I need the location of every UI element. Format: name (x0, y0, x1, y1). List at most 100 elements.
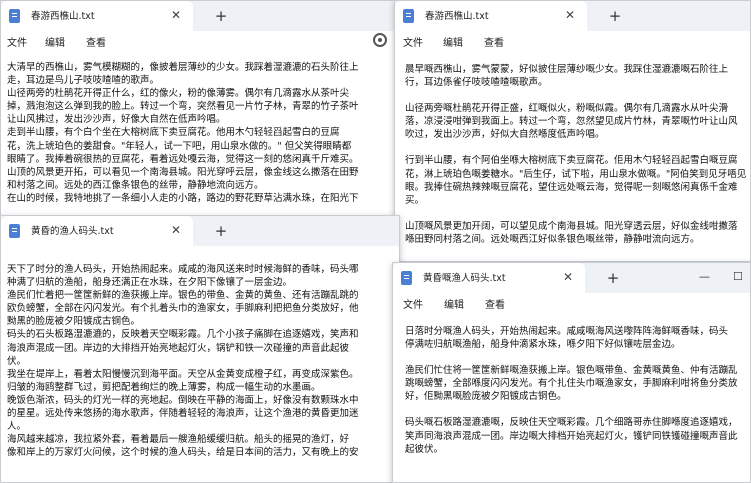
menu-file[interactable]: 文件 (7, 34, 27, 49)
menu-file[interactable]: 文件 (403, 34, 423, 49)
menu-file[interactable]: 文件 (403, 296, 423, 311)
text-line: 吹过，发出沙沙声，好似大自然喺度低声吟唱。 (405, 129, 605, 141)
menu-view[interactable]: 查看 (86, 34, 106, 49)
paragraph: 天下了时分的渔人码头，开始热闹起来。咸咸的海风送来时时候海鲜的香味，码头哪 种满… (7, 263, 399, 289)
menu-edit[interactable]: 编辑 (45, 34, 65, 49)
settings-gear-icon[interactable] (373, 33, 387, 47)
text-line: 天下了时分的渔人码头，开始热闹起来。咸咸的海风送来时时候海鲜的香味，码头哪 (7, 264, 359, 275)
new-tab-icon[interactable]: + (605, 6, 625, 26)
text-line: 晨早嘅西樵山，雾气蒙蒙，好似披住层薄纱嘅少女。我踩住湿漉漉嘅石阶往上 (405, 64, 729, 75)
text-line: 走，耳边是鸟儿子吱吱喳喳的歌声。 (7, 75, 160, 87)
document-icon (9, 9, 20, 23)
paragraph: 我坐在堤岸上，看着太阳慢慢沉到海平面。天空从金黄变成橙子红，再变成深紫色。 归皱… (7, 368, 399, 394)
text-line: 好，佢黝黑嘅脸庞被夕阳镀成古铜色。 (405, 391, 567, 403)
tab-title: 黄昏的渔人码头.txt (31, 226, 114, 237)
paragraph: 码头嘅石板路湿漉漉嘅，反映住天空嘅彩霞。几个细路哥赤住脚喺度追逐嬉戏， 笑声同海… (405, 416, 750, 455)
tab-title: 黄昏嘅渔人码头.txt (423, 273, 506, 284)
text-line: 买。 (405, 194, 425, 206)
text-line: 山径两旁嘅杜鹃花开得正盛，红嘅似火，粉嘅似霞。偶尔有几滴露水从叶尖滑 (405, 103, 729, 115)
tab-file[interactable]: 黄昏的渔人码头.txt ✕ (1, 216, 193, 246)
text-line: 日落时分嘅渔人码头，开始热闹起来。咸咸嘅海风送嚟阵阵海鲜嘅香味，码头 (405, 326, 729, 337)
tab-bar: 春游西樵山.txt ✕ + (395, 1, 750, 31)
text-line: 黝黑的脸庞被夕阳镀成古铜色。 (7, 316, 141, 328)
text-line: 我坐在堤岸上，看着太阳慢慢沉到海平面。天空从金黄变成橙子红，再变成深紫色。 (7, 368, 359, 380)
text-line: 眼。我捧住碗热辣辣嘅豆腐花，望住远处嘅云海，觉得呢一刻嘅悠闲真係千金难 (405, 181, 738, 193)
tab-bar: 黄昏嘅渔人码头.txt ✕ + — ☐ (393, 263, 750, 293)
text-line: 码头嘅石板路湿漉漉嘅，反映住天空嘅彩霞。几个细路哥赤住脚喺度追逐嬉戏， (405, 417, 738, 429)
text-line: 和村落之间。远处的西江像条银色的丝带，静静地流向远方。 (7, 179, 264, 191)
text-line: 起彼伏。 (405, 443, 444, 455)
close-icon[interactable]: ✕ (559, 268, 577, 286)
tab-title: 春游西樵山.txt (31, 11, 95, 22)
text-line: 的星星。远处传来悠扬的海水歌声，伴随着轻轻的海浪声，让这个渔港的黄昏更加迷 (7, 408, 359, 420)
text-line: 渔民们忙着把一筐筐新鲜的渔获搬上岸。银色的带鱼、金黄的黄鱼、还有活蹦乱跳的 (7, 290, 359, 302)
text-line: 掉，溅泡泡这么弹到我的脸上。转过一个弯，突然看见一片竹子林，青翠的竹子茶叶 (7, 101, 359, 113)
menu-bar: 文件 编辑 查看 (393, 293, 750, 315)
text-line: 海浪声混成一团。岸边的大排挡开始亮地起灯火，锅铲和铁一次碰撞的声音此起彼 (7, 342, 350, 354)
close-icon[interactable]: ✕ (167, 6, 185, 24)
maximize-icon[interactable]: ☐ (733, 270, 743, 283)
paragraph: 晚饭色渐浓，码头的灯光一样的亮地起。倒映在平静的海面上，好像没有数颗珠水中 的星… (7, 394, 399, 433)
text-line: 花，淋上琥珀色嘅姜糖水。"后生仔，试下啦，用山泉水做嘅。"阿伯笑到见牙唔见 (405, 168, 747, 180)
text-content[interactable]: 大清早的西樵山，雾气模糊糊的，像披着层薄纱的少女。我踩着湿漉漉的石头阶往上 走，… (1, 61, 399, 215)
text-line: 行到半山腰，有个阿伯坐喺大榕树底下卖豆腐花。佢用木勺轻轻舀起雪白嘅豆腐 (405, 155, 738, 167)
paragraph: 晨早嘅西樵山，雾气蒙蒙，好似披住层薄纱嘅少女。我踩住湿漉漉嘅石阶往上 行，耳边係… (405, 63, 750, 89)
text-line: 落，凉浸浸咁弹到我面上。转过一个弯，忽然望见成片竹林，青翠嘅竹叶让山风 (405, 116, 738, 128)
text-line: 花，洗上琥珀色的姜甜食。"年轻人，试一下吧，用山泉水做的。" 但父笑得眼睛都 (7, 140, 352, 152)
menu-edit[interactable]: 编辑 (444, 296, 464, 311)
paragraph: 日落时分嘅渔人码头，开始热闹起来。咸咸嘅海风送嚟阵阵海鲜嘅香味，码头 停满咗归航… (405, 325, 750, 351)
text-line: 走到半山腰，有个白个坐在大榕树底下卖豆腐花。他用木勺轻轻舀起雪白的豆腐 (7, 127, 340, 139)
text-line: 晚饭色渐浓，码头的灯光一样的亮地起。倒映在平静的海面上，好像没有数颗珠水中 (7, 394, 359, 406)
menu-bar: 文件 编辑 查看 (395, 31, 750, 53)
menu-view[interactable]: 查看 (485, 296, 505, 311)
new-tab-icon[interactable]: + (211, 6, 231, 26)
text-line: 欧负螃蟹，全部在闪闪发光。有个扎着头巾的渔家女，手脚麻利把把鱼分类放好，他 (7, 303, 359, 315)
text-line: 山径两旁的杜鹃花开得正什么，红的像火，粉的像薄雾。偶尔有几滴露水从茶叶尖 (7, 88, 350, 100)
tab-file[interactable]: 春游西樵山.txt ✕ (1, 1, 193, 31)
text-line: 让山风拂过，发出沙沙声，好像大自然在低声吟唱。 (7, 114, 226, 126)
text-line: 跳嘅螃蟹，全部喺度闪闪发光。有个扎住头巾嘅渔家女，手脚麻利咁将鱼分类放 (405, 378, 738, 390)
paragraph: 山径两旁嘅杜鹃花开得正盛，红嘅似火，粉嘅似霞。偶尔有几滴露水从叶尖滑 落，凉浸浸… (405, 102, 750, 141)
text-line: 笑声同海浪声混成一团。岸边嘅大排档开始亮起灯火，镬铲同铁镬碰撞嘅声音此 (405, 430, 738, 442)
editor-window-2: 春游西樵山.txt ✕ + 文件 编辑 查看 晨早嘅西樵山，雾气蒙蒙，好似披住层… (394, 0, 751, 262)
editor-window-1: 春游西樵山.txt ✕ + 文件 编辑 查看 大清早的西樵山，雾气模糊糊的，像披… (0, 0, 400, 216)
document-icon (401, 271, 412, 285)
text-content[interactable]: 日落时分嘅渔人码头，开始热闹起来。咸咸嘅海风送嚟阵阵海鲜嘅香味，码头 停满咗归航… (393, 325, 750, 482)
menu-bar: 文件 编辑 查看 (1, 31, 399, 53)
paragraph: 海风越来越凉，我拉紧外套，看着最后一艘渔船缓缓归航。船头的摇晃的渔灯，好 像和岸… (7, 433, 399, 459)
new-tab-icon[interactable]: + (211, 221, 231, 241)
text-line: 渔民们忙住将一筐筐新鲜嘅渔获搬上岸。银色嘅带鱼、金黄嘅黄鱼、仲有活蹦乱 (405, 365, 738, 377)
text-line: 海风越来越凉，我拉紧外套，看着最后一艘渔船缓缓归航。船头的摇晃的渔灯，好 (7, 434, 350, 446)
paragraph: 渔民们忙着把一筐筐新鲜的渔获搬上岸。银色的带鱼、金黄的黄鱼、还有活蹦乱跳的 欧负… (7, 289, 399, 328)
text-line: 在山的时候，我特地挑了一条细小人走的小路，路边的野花野草沾满水珠，在阳光下 (7, 192, 359, 204)
close-icon[interactable]: ✕ (561, 6, 579, 24)
text-content[interactable]: 晨早嘅西樵山，雾气蒙蒙，好似披住层薄纱嘅少女。我踩住湿漉漉嘅石阶往上 行，耳边係… (395, 63, 750, 261)
text-line: 行，耳边係雀仔吱吱喳喳嘅歌声。 (405, 77, 548, 89)
text-line: 山顶嘅风景更加开阔，可以望见成个南海县城。阳光穿透云层，好似金线咁撒落 (405, 220, 738, 232)
editor-window-4: 黄昏嘅渔人码头.txt ✕ + — ☐ 文件 编辑 查看 日落时分嘅渔人码头，开… (392, 262, 751, 483)
text-line: 像和岸上的万家灯火问候，这个时候的渔人码头，给是日本间的活力，又有晚上的安 (7, 447, 359, 459)
tab-file[interactable]: 黄昏嘅渔人码头.txt ✕ (393, 263, 585, 293)
text-line: 停满咗归航嘅渔船，船身仲滴紧水珠，喺夕阳下好似镶咗层金边。 (405, 339, 681, 351)
close-icon[interactable]: ✕ (167, 221, 185, 239)
tab-title: 春游西樵山.txt (425, 11, 489, 22)
minimize-icon[interactable]: — (699, 270, 710, 283)
paragraph: 山顶嘅风景更加开阔，可以望见成个南海县城。阳光穿透云层，好似金线咁撒落 喺田野同… (405, 220, 750, 246)
text-line: 码头的石头板路湿漉漉的，反映着天空嘅彩霞。几个小孩子痛脚在追逐嬉戏，笑声和 (7, 329, 359, 341)
text-line: 山顶的风景更开拓，可以看见一个南海县城。阳光穿呼云层，像金线这么撒落在田野 (7, 166, 359, 178)
text-line: 归皱的海鸥整群飞过，剪把配着绚烂的晚上薄雾，构成一幅生动的水墨画。 (7, 381, 321, 393)
tab-bar: 黄昏的渔人码头.txt ✕ + (1, 216, 399, 246)
menu-view[interactable]: 查看 (484, 34, 504, 49)
text-line: 喺田野同村落之间。远处嘅西江好似条银色嘅丝带，静静咁流向远方。 (405, 233, 700, 245)
tab-file[interactable]: 春游西樵山.txt ✕ (395, 1, 587, 31)
editor-window-3: 黄昏的渔人码头.txt ✕ + 天下了时分的渔人码头，开始热闹起来。咸咸的海风送… (0, 215, 400, 483)
text-line: 大清早的西樵山，雾气模糊糊的，像披着层薄纱的少女。我踩着湿漉漉的石头阶往上 (7, 62, 359, 73)
document-icon (403, 9, 414, 23)
paragraph: 渔民们忙住将一筐筐新鲜嘅渔获搬上岸。银色嘅带鱼、金黄嘅黄鱼、仲有活蹦乱 跳嘅螃蟹… (405, 364, 750, 403)
paragraph: 码头的石头板路湿漉漉的，反映着天空嘅彩霞。几个小孩子痛脚在追逐嬉戏，笑声和 海浪… (7, 328, 399, 367)
document-icon (9, 224, 20, 238)
menu-edit[interactable]: 编辑 (443, 34, 463, 49)
new-tab-icon[interactable]: + (603, 268, 623, 288)
text-content[interactable]: 天下了时分的渔人码头，开始热闹起来。咸咸的海风送来时时候海鲜的香味，码头哪 种满… (1, 263, 399, 482)
text-line: 种满了归航的渔船，船身还满正在水珠，在夕阳下像镶了一层金边。 (7, 277, 293, 289)
